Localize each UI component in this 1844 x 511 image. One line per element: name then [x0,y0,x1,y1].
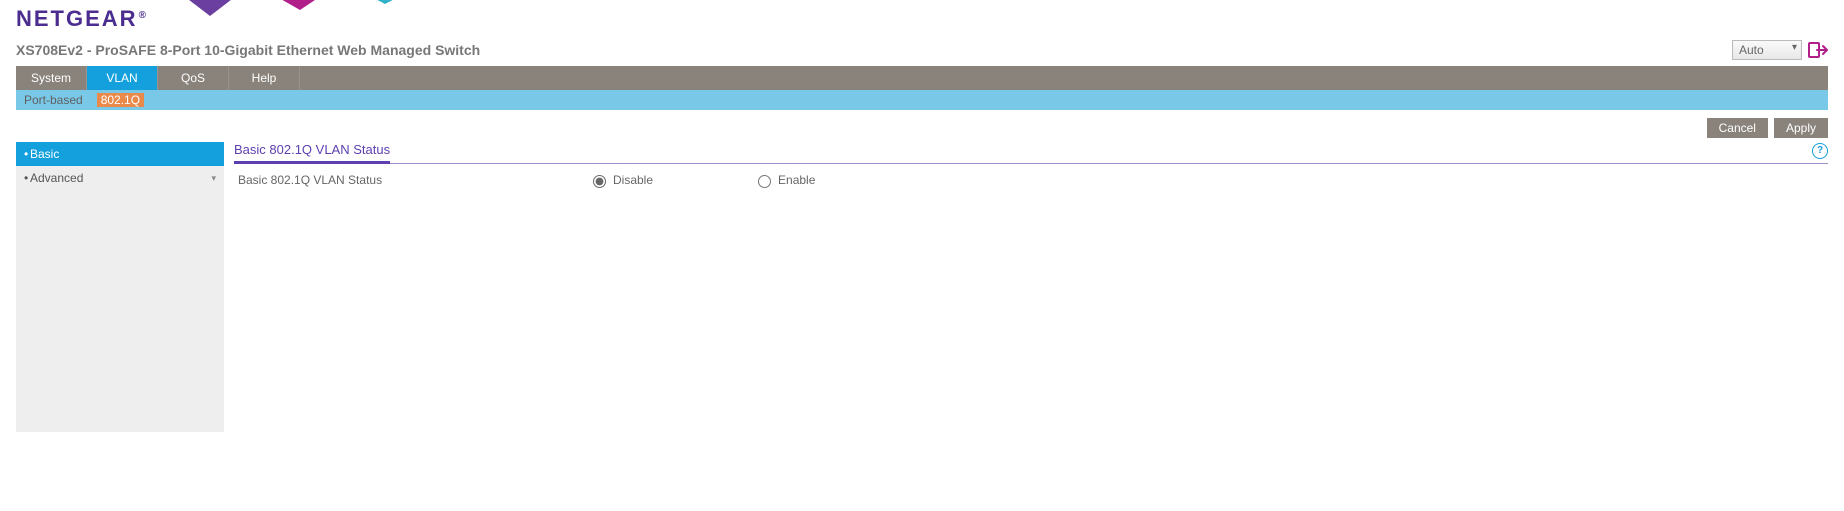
sidebar-item-basic[interactable]: • Basic [16,142,224,166]
top-right-controls: Auto [1732,40,1828,60]
sidebar: • Basic • Advanced ▾ [16,142,224,432]
vlan-status-row: Basic 802.1Q VLAN Status Disable Enable [234,164,1828,196]
nav-tab-vlan[interactable]: VLAN [87,66,158,90]
language-select[interactable]: Auto [1732,40,1802,60]
radio-label-disable: Disable [613,173,653,187]
action-row: Cancel Apply [0,110,1844,142]
radio-label-enable: Enable [778,173,815,187]
cancel-button[interactable]: Cancel [1707,118,1768,138]
subnav-port-based[interactable]: Port-based [24,93,83,107]
radio-option-disable[interactable]: Disable [588,172,653,188]
apply-button[interactable]: Apply [1774,118,1828,138]
panel-title-row: Basic 802.1Q VLAN Status ? [234,142,1828,164]
product-row: XS708Ev2 - ProSAFE 8-Port 10-Gigabit Eth… [0,34,1844,66]
sidebar-item-label: Advanced [30,171,83,185]
nav-tab-qos[interactable]: QoS [158,66,229,90]
radio-input-disable[interactable] [593,175,606,188]
subnav-8021q[interactable]: 802.1Q [97,93,144,107]
body-row: • Basic • Advanced ▾ Basic 802.1Q VLAN S… [0,142,1844,432]
brand-reg: ® [139,10,148,21]
vlan-status-radio-group: Disable Enable [588,172,815,188]
help-icon[interactable]: ? [1812,143,1828,159]
primary-nav: System VLAN QoS Help [16,66,1828,90]
product-title: XS708Ev2 - ProSAFE 8-Port 10-Gigabit Eth… [16,42,480,58]
chevron-down-icon: ▾ [211,173,216,184]
language-select-wrap: Auto [1732,40,1802,60]
nav-tab-system[interactable]: System [16,66,87,90]
nav-tab-help[interactable]: Help [229,66,300,90]
sidebar-item-label: Basic [30,147,59,161]
secondary-nav: Port-based 802.1Q [16,90,1828,110]
logout-icon[interactable] [1808,41,1828,59]
content-panel: Basic 802.1Q VLAN Status ? Basic 802.1Q … [234,142,1828,196]
header-decor [150,0,570,33]
header-brand-row: NETGEAR® [0,0,1844,34]
radio-input-enable[interactable] [758,175,771,188]
brand-text: NETGEAR [16,6,138,31]
vlan-status-label: Basic 802.1Q VLAN Status [238,173,588,187]
radio-option-enable[interactable]: Enable [753,172,815,188]
panel-title: Basic 802.1Q VLAN Status [234,142,390,159]
sidebar-item-advanced[interactable]: • Advanced ▾ [16,166,224,190]
